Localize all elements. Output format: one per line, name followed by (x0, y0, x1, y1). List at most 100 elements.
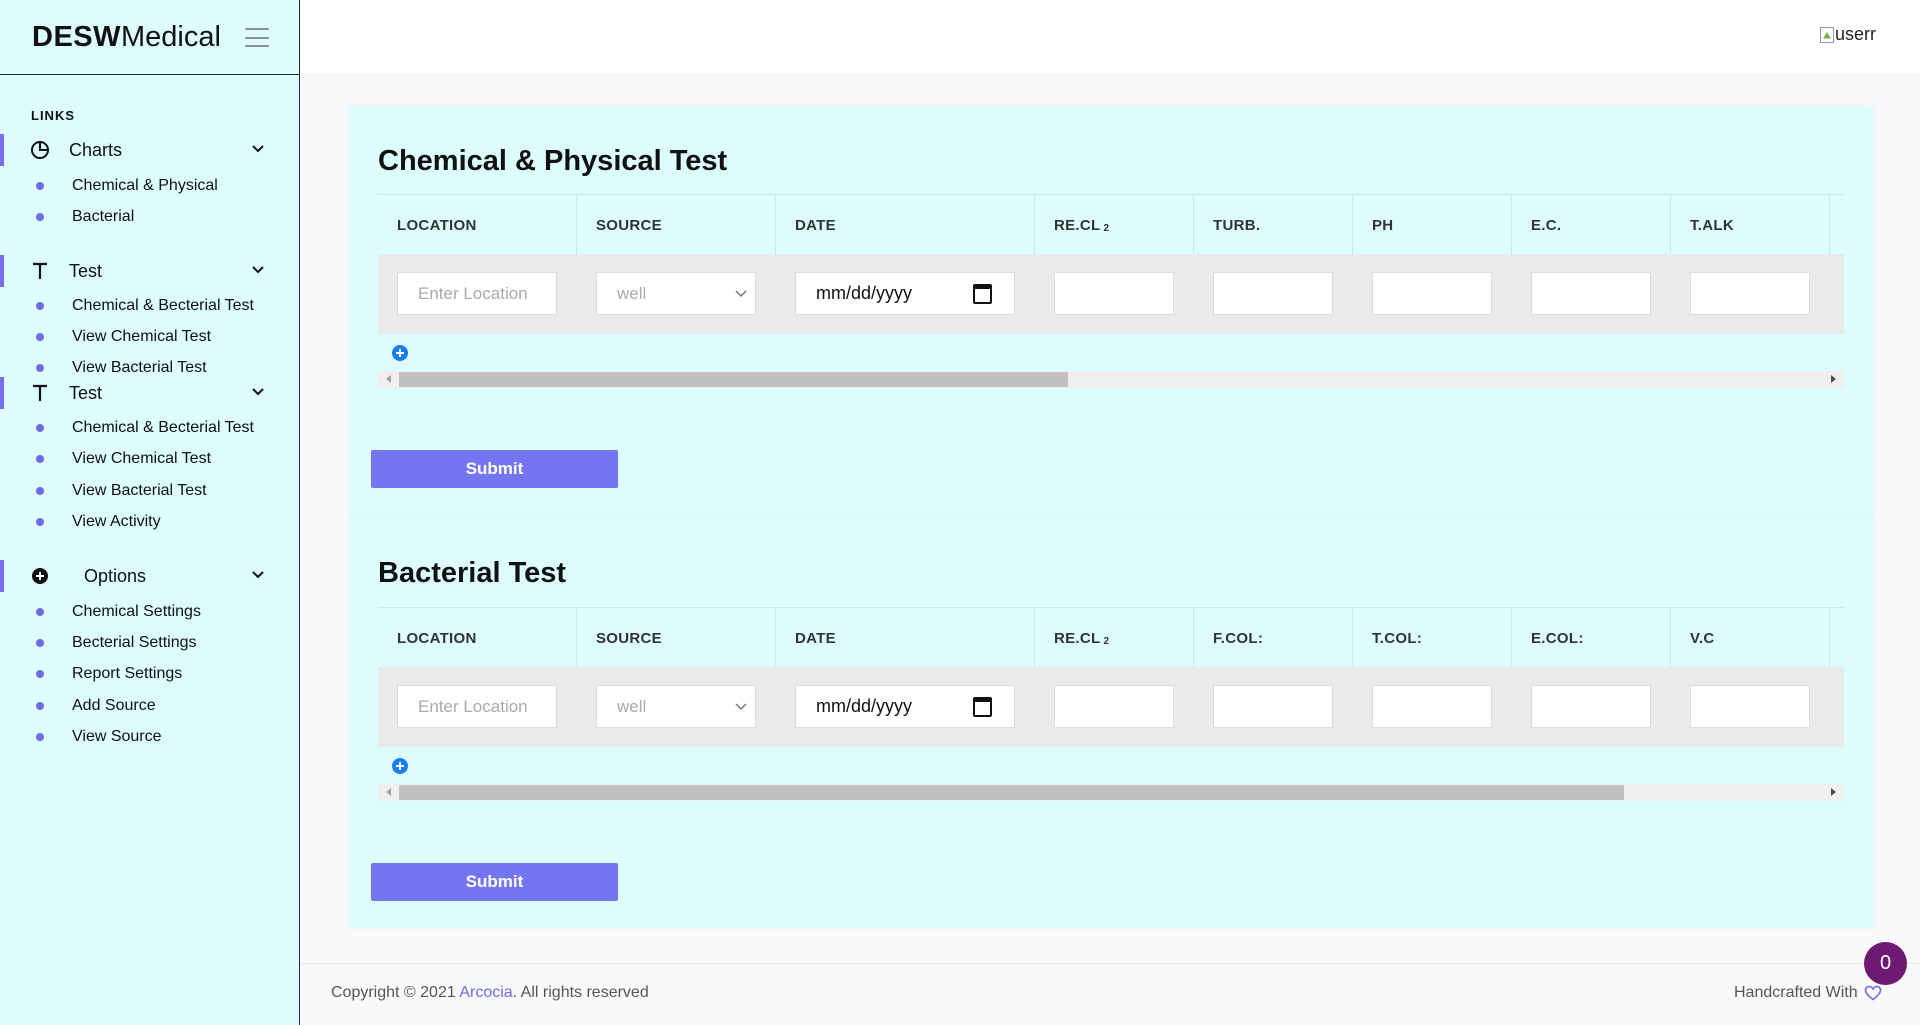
talk-input[interactable] (1690, 272, 1810, 315)
scrollbar-thumb[interactable] (399, 785, 1624, 800)
add-row-icon[interactable] (392, 758, 408, 774)
bullet-icon (36, 487, 44, 495)
bullet-icon (36, 213, 44, 221)
footer: Copyright © 2021 Arcocia. All rights res… (301, 963, 1920, 1025)
col-header-location: LOCATION (378, 608, 577, 668)
sidebar-item-chemical-becterial-test[interactable]: Chemical & Becterial Test (0, 295, 300, 317)
table-row: well mm/dd/yyyy (378, 254, 1844, 334)
date-input-placeholder: mm/dd/yyyy (816, 283, 913, 303)
scroll-right-icon[interactable] (1831, 375, 1836, 383)
brand-logo[interactable]: DESW Medical (0, 0, 299, 75)
recl-input[interactable] (1054, 272, 1174, 315)
fcol-input[interactable] (1213, 685, 1333, 728)
tcol-input[interactable] (1372, 685, 1492, 728)
date-input[interactable]: mm/dd/yyyy (795, 685, 1015, 728)
sidebar-item-report-settings[interactable]: Report Settings (0, 663, 300, 685)
nav-head-charts[interactable]: Charts (0, 134, 300, 166)
ec-input[interactable] (1531, 272, 1651, 315)
scrollbar-thumb[interactable] (399, 372, 1068, 387)
ph-input[interactable] (1372, 272, 1492, 315)
col-header-talk: T.ALK (1671, 195, 1830, 255)
chemical-submit-button[interactable]: Submit (371, 450, 618, 488)
col-header-tcol: T.COL: (1353, 608, 1512, 668)
turb-input[interactable] (1213, 272, 1333, 315)
sidebar-item-view-chemical-test[interactable]: View Chemical Test (0, 326, 300, 348)
add-row-icon[interactable] (392, 345, 408, 361)
bullet-icon (36, 364, 44, 372)
nav-head-label: Test (69, 382, 103, 403)
nav-head-test[interactable]: Test (0, 377, 300, 409)
col-header-recl-sub: 2 (1103, 635, 1110, 647)
date-input[interactable]: mm/dd/yyyy (795, 272, 1015, 315)
copyright-suffix: . All rights reserved (512, 984, 649, 1001)
sidebar-item-add-source[interactable]: Add Source (0, 695, 300, 717)
source-select[interactable]: well (596, 685, 756, 728)
bacterial-submit-button[interactable]: Submit (371, 863, 618, 901)
menu-toggle-icon[interactable] (245, 28, 269, 47)
col-header-location: LOCATION (378, 195, 577, 255)
col-header-recl: RE.CL 2 (1035, 608, 1194, 668)
sidebar-item-bacterial[interactable]: Bacterial (0, 206, 300, 228)
notification-badge[interactable]: 0 (1864, 942, 1907, 985)
source-select-value: well (617, 696, 647, 716)
chemical-horizontal-scrollbar[interactable] (378, 371, 1844, 388)
nav-submenu-test: Chemical & Becterial Test View Chemical … (0, 295, 300, 374)
nav-group-charts: Charts (0, 134, 300, 166)
sidebar-item-label: Becterial Settings (72, 634, 197, 651)
text-t-icon (29, 382, 51, 404)
source-select[interactable]: well (596, 272, 756, 315)
sidebar: DESW Medical LINKS Charts Chemical & Phys… (0, 0, 300, 1025)
calendar-icon[interactable] (973, 697, 992, 717)
brand-name-light: Medical (121, 20, 221, 53)
bullet-icon (36, 608, 44, 616)
sidebar-item-view-chemical-test[interactable]: View Chemical Test (0, 448, 300, 470)
chevron-down-icon (252, 145, 264, 153)
links-label: LINKS (31, 108, 75, 123)
nav-group-options: Options (0, 560, 300, 592)
sidebar-item-becterial-settings[interactable]: Becterial Settings (0, 632, 300, 654)
bullet-icon (36, 733, 44, 741)
bullet-icon (36, 518, 44, 526)
col-header-date: DATE (776, 195, 1035, 255)
sidebar-item-view-bacterial-test[interactable]: View Bacterial Test (0, 357, 300, 374)
chevron-down-icon (252, 571, 264, 579)
scroll-right-icon[interactable] (1831, 788, 1836, 796)
topbar: userr (301, 0, 1920, 74)
section-divider (349, 517, 1873, 518)
sidebar-item-chemical-becterial-test[interactable]: Chemical & Becterial Test (0, 417, 300, 439)
location-input[interactable] (397, 272, 557, 315)
broken-image-icon (1820, 26, 1834, 43)
col-header-turb: TURB. (1194, 195, 1353, 255)
user-avatar-alt: userr (1835, 24, 1877, 44)
nav-head-label: Options (84, 565, 147, 586)
location-input[interactable] (397, 685, 557, 728)
bacterial-horizontal-scrollbar[interactable] (378, 784, 1844, 801)
sidebar-item-view-source[interactable]: View Source (0, 726, 300, 748)
scroll-left-icon[interactable] (386, 375, 391, 383)
recl-input[interactable] (1054, 685, 1174, 728)
nav-head-test[interactable]: Test (0, 255, 300, 287)
plus-circle-icon (29, 565, 51, 587)
bullet-icon (36, 302, 44, 310)
chevron-down-icon (252, 266, 264, 274)
date-input-placeholder: mm/dd/yyyy (816, 696, 913, 716)
ecol-input[interactable] (1531, 685, 1651, 728)
col-header-source: SOURCE (577, 195, 776, 255)
sidebar-item-label: View Chemical Test (72, 450, 212, 467)
sidebar-item-label: Add Source (72, 697, 156, 714)
scroll-left-icon[interactable] (386, 788, 391, 796)
chevron-down-icon (735, 703, 747, 711)
sidebar-item-view-activity[interactable]: View Activity (0, 511, 300, 533)
calendar-icon[interactable] (973, 284, 992, 304)
nav-head-options[interactable]: Options (0, 560, 300, 592)
sidebar-item-chemical-physical[interactable]: Chemical & Physical (0, 175, 300, 197)
source-select-value: well (617, 283, 647, 303)
vc-input[interactable] (1690, 685, 1810, 728)
user-avatar[interactable]: userr (1820, 24, 1876, 45)
col-header-vc: V.C (1671, 608, 1830, 668)
sidebar-item-label: Report Settings (72, 665, 183, 682)
arcocia-link[interactable]: Arcocia (459, 984, 512, 1001)
table-header: LOCATION SOURCE DATE RE.CL 2 TURB. PH E.C… (378, 194, 1844, 255)
sidebar-item-view-bacterial-test[interactable]: View Bacterial Test (0, 480, 300, 502)
sidebar-item-chemical-settings[interactable]: Chemical Settings (0, 601, 300, 623)
